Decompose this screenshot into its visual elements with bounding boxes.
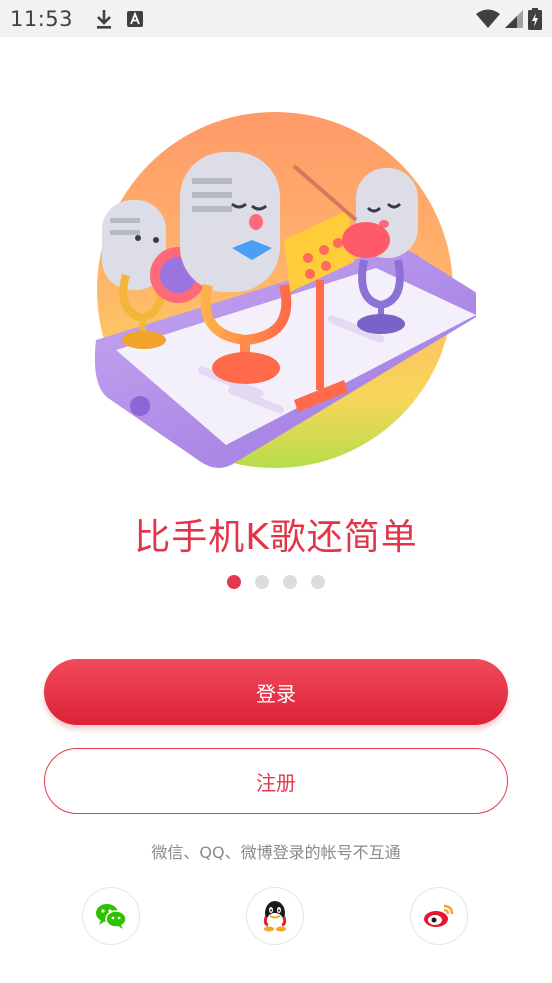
qq-icon [263, 901, 287, 932]
page-dot-2[interactable] [255, 575, 269, 589]
page-dot-4[interactable] [311, 575, 325, 589]
page-indicator [0, 575, 552, 589]
page-dot-1[interactable] [227, 575, 241, 589]
tagline: 比手机K歌还简单 [134, 517, 418, 558]
page-dot-3[interactable] [283, 575, 297, 589]
status-time: 11:53 [10, 6, 74, 31]
hero-illustration [94, 112, 476, 468]
status-right-icons [476, 7, 542, 30]
status-bar: 11:53 [0, 0, 552, 37]
login-button[interactable]: 登录 [44, 659, 508, 725]
battery-icon [528, 7, 542, 30]
weibo-login-button[interactable] [410, 887, 468, 945]
download-icon [97, 9, 112, 29]
weibo-icon [424, 904, 454, 927]
account-notice: 微信、QQ、微博登录的帐号不互通 [151, 843, 401, 862]
wechat-icon [96, 904, 127, 929]
qq-login-button[interactable] [246, 887, 304, 945]
register-button[interactable]: 注册 [44, 748, 508, 814]
wechat-login-button[interactable] [82, 887, 140, 945]
a-icon [127, 10, 144, 27]
wifi-icon [476, 9, 500, 28]
signal-icon [505, 9, 523, 28]
status-left-icons [95, 8, 144, 30]
